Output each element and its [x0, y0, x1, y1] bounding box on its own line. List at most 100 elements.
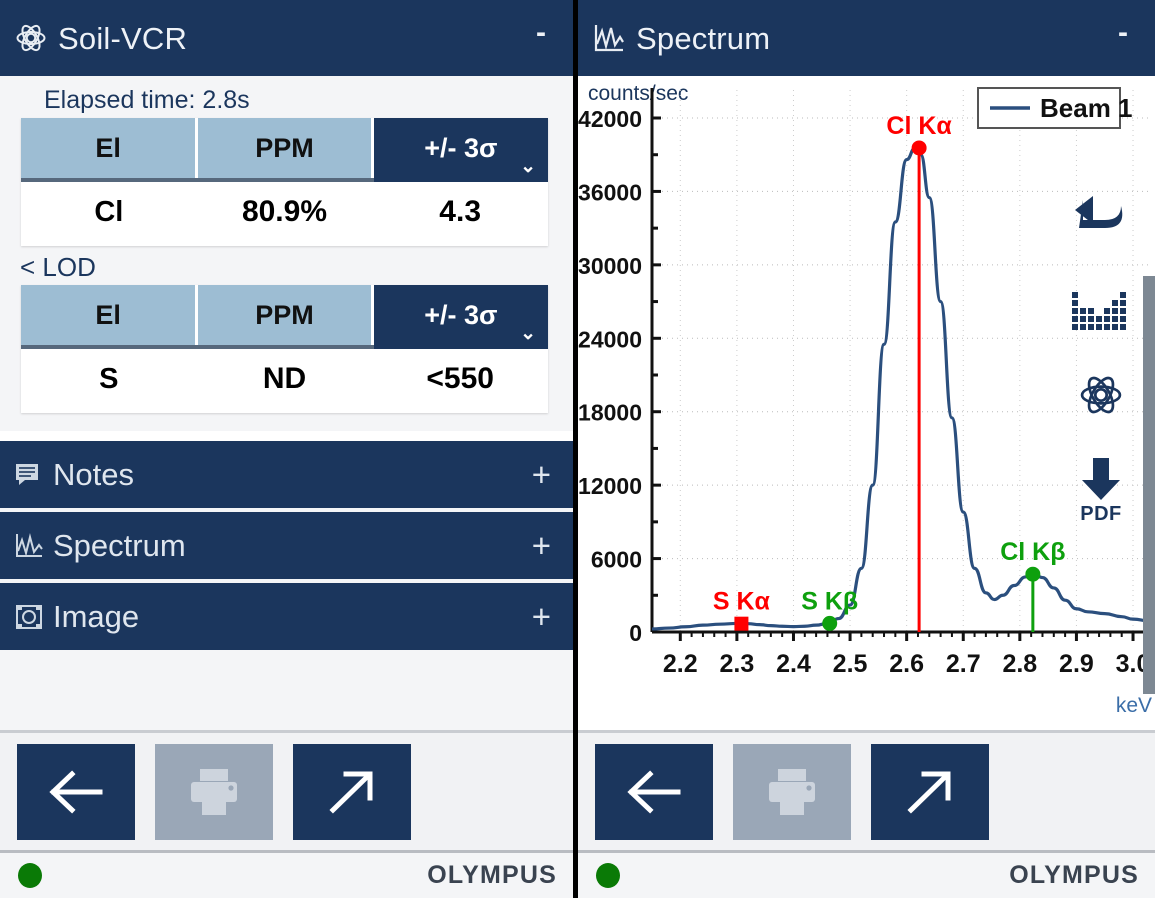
back-button[interactable] [17, 743, 135, 840]
svg-text:2.4: 2.4 [776, 650, 811, 678]
elapsed-time-label: Elapsed time: 2.8s [44, 86, 250, 114]
svg-text:2.9: 2.9 [1059, 650, 1094, 678]
right-statusbar: OLYMPUS [578, 850, 1155, 898]
svg-text:Beam 1: Beam 1 [1040, 93, 1133, 123]
svg-text:6000: 6000 [591, 547, 642, 573]
svg-text:2.8: 2.8 [1002, 650, 1037, 678]
right-panel-titlebar: Spectrum - [578, 0, 1155, 76]
minimize-button[interactable]: - [1109, 17, 1137, 52]
column-header-el[interactable]: El [21, 285, 199, 349]
svg-text:42000: 42000 [578, 106, 642, 132]
left-panel-filler [0, 654, 573, 730]
lod-label: < LOD [20, 252, 96, 282]
left-panel-titlebar: Soil-VCR - [0, 0, 573, 76]
accordion-item-notes-label: Notes [53, 456, 134, 492]
undo-button[interactable] [1063, 194, 1139, 238]
table-row[interactable]: S ND <550 [21, 347, 548, 409]
cell-element: Cl [21, 180, 197, 242]
expand-icon[interactable]: + [532, 458, 551, 491]
left-statusbar: OLYMPUS [0, 850, 573, 898]
right-navbar [578, 730, 1155, 850]
cell-ppm: ND [196, 347, 373, 409]
table-row[interactable]: Cl 80.9% 4.3 [21, 180, 548, 242]
svg-text:2.2: 2.2 [663, 650, 698, 678]
svg-text:2.3: 2.3 [720, 650, 755, 678]
results-body: Elapsed time: 2.8s El PPM +/- 3σ ⌄ Cl 80… [0, 76, 573, 431]
status-indicator-dot [596, 863, 620, 888]
atom-icon [14, 21, 48, 55]
svg-text:Cl Kβ: Cl Kβ [1000, 538, 1065, 566]
image-icon [14, 602, 44, 632]
export-button[interactable] [293, 743, 411, 840]
svg-text:36000: 36000 [578, 179, 642, 205]
atom-icon [1080, 376, 1122, 414]
left-panel-title: Soil-VCR [58, 20, 188, 56]
back-button[interactable] [595, 743, 713, 840]
accordion-item-image[interactable]: Image + [0, 583, 573, 654]
table-header-row: El PPM +/- 3σ ⌄ [21, 285, 548, 349]
cell-ppm: 80.9% [196, 180, 373, 242]
column-header-ppm[interactable]: PPM [196, 285, 374, 349]
results-table-wrapper: El PPM +/- 3σ ⌄ Cl 80.9% 4.3 [21, 118, 548, 246]
export-button[interactable] [871, 743, 989, 840]
x-axis-unit-label: keV [1115, 694, 1152, 717]
brand-logo: OLYMPUS [427, 861, 557, 889]
spectrum-panel: Spectrum - counts/sec 0 6000 12000 18000 240… [578, 0, 1155, 898]
chart-scrollbar[interactable] [1143, 276, 1155, 694]
svg-text:2.5: 2.5 [833, 650, 868, 678]
column-header-sigma-label: +/- 3σ [424, 299, 498, 330]
expand-icon[interactable]: + [532, 529, 551, 562]
soil-vcr-panel: Soil-VCR - Elapsed time: 2.8s El PPM +/-… [0, 0, 578, 898]
table-header-row: El PPM +/- 3σ ⌄ [21, 118, 548, 182]
column-header-sigma-label: +/- 3σ [424, 132, 498, 163]
accordion-item-notes[interactable]: Notes + [0, 441, 573, 512]
notes-icon [14, 460, 44, 490]
pdf-download-button[interactable]: PDF [1063, 456, 1139, 526]
chevron-down-icon: ⌄ [520, 323, 536, 344]
svg-text:Cl Kα: Cl Kα [886, 112, 952, 140]
svg-text:0: 0 [629, 620, 642, 646]
column-header-ppm[interactable]: PPM [196, 118, 374, 182]
chevron-down-icon: ⌄ [520, 156, 536, 177]
pdf-download-icon [1082, 458, 1120, 500]
print-button[interactable] [155, 743, 273, 840]
spectrum-icon [592, 21, 626, 55]
lod-table: El PPM +/- 3σ ⌄ S ND <550 [21, 285, 548, 409]
column-header-sigma[interactable]: +/- 3σ ⌄ [372, 118, 548, 182]
periodic-table-icon [1072, 292, 1126, 330]
left-navbar [0, 730, 573, 850]
expand-icon[interactable]: + [532, 600, 551, 633]
accordion: Notes + Spectrum + Image + [0, 441, 573, 654]
spectrum-icon [14, 531, 44, 561]
print-button[interactable] [733, 743, 851, 840]
results-table: El PPM +/- 3σ ⌄ Cl 80.9% 4.3 [21, 118, 548, 242]
svg-text:2.7: 2.7 [946, 650, 981, 678]
accordion-item-spectrum-label: Spectrum [53, 527, 186, 563]
lod-table-wrapper: El PPM +/- 3σ ⌄ S ND <550 [21, 285, 548, 413]
svg-text:S Kα: S Kα [713, 588, 771, 616]
minimize-button[interactable]: - [527, 17, 555, 52]
brand-logo: OLYMPUS [1009, 861, 1139, 889]
svg-text:2.6: 2.6 [889, 650, 924, 678]
svg-text:30000: 30000 [578, 253, 642, 279]
svg-text:12000: 12000 [578, 473, 642, 499]
pdf-label: PDF [1080, 503, 1122, 525]
column-header-el[interactable]: El [21, 118, 199, 182]
cell-sigma: 4.3 [372, 180, 548, 242]
svg-text:24000: 24000 [578, 326, 642, 352]
elements-button[interactable] [1063, 372, 1139, 418]
undo-icon [1075, 196, 1123, 228]
spectrum-chart[interactable]: counts/sec 0 6000 12000 18000 24000 30000 3600… [578, 76, 1155, 730]
column-header-sigma[interactable]: +/- 3σ ⌄ [372, 285, 548, 349]
svg-text:S Kβ: S Kβ [801, 587, 858, 615]
cell-element: S [21, 347, 197, 409]
periodic-table-button[interactable] [1063, 290, 1139, 332]
status-indicator-dot [18, 863, 42, 888]
accordion-item-spectrum[interactable]: Spectrum + [0, 512, 573, 583]
chart-tool-rail: PDF [1063, 194, 1139, 526]
accordion-item-image-label: Image [53, 598, 140, 634]
cell-sigma: <550 [372, 347, 548, 409]
svg-text:18000: 18000 [578, 400, 642, 426]
chart-scrollbar-thumb[interactable] [1143, 276, 1155, 694]
right-panel-title: Spectrum [636, 20, 771, 56]
